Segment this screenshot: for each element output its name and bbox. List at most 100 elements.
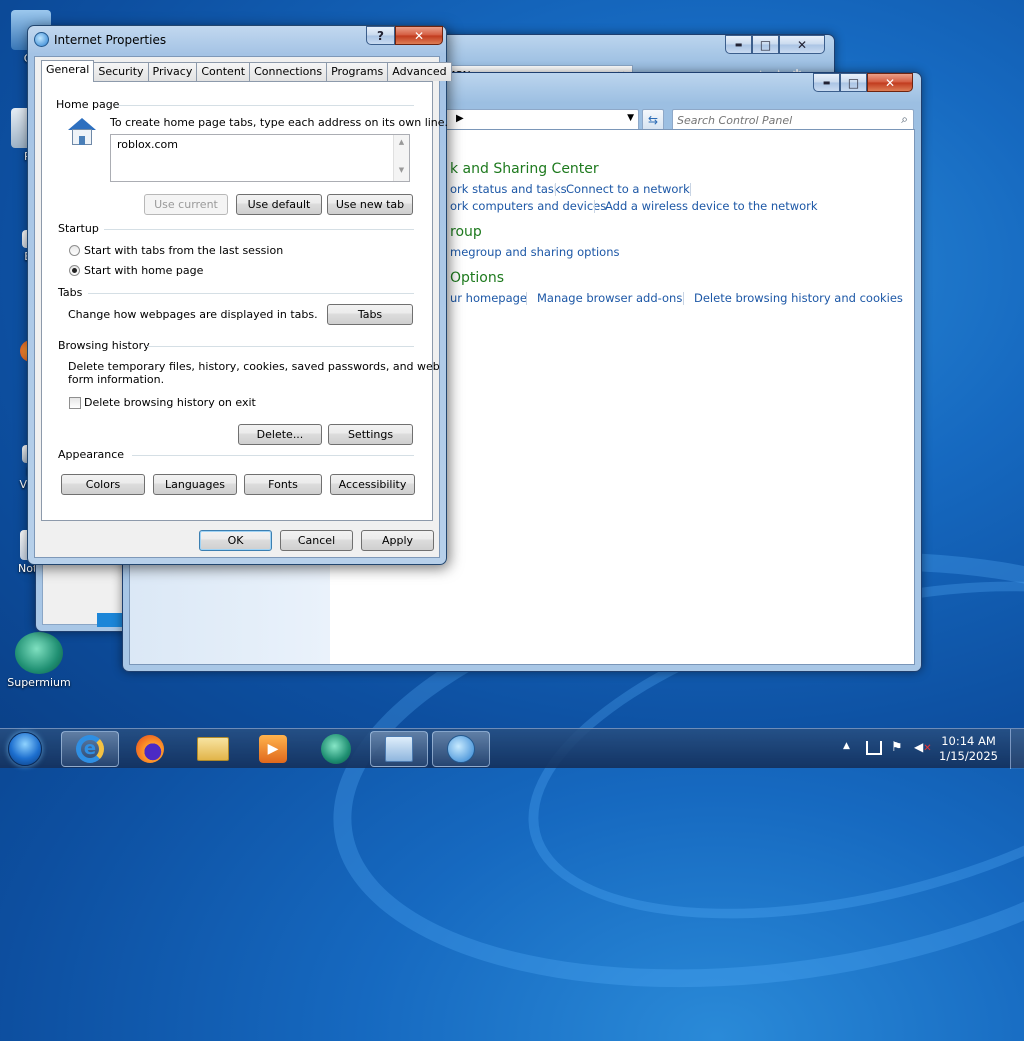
taskbar-media-player[interactable]: ▶	[244, 731, 302, 767]
browser-scroll-indicator	[97, 613, 125, 627]
breadcrumb[interactable]: ▶ ▼	[443, 109, 639, 131]
close-button[interactable]: ✕	[867, 73, 913, 92]
cancel-button[interactable]: Cancel	[280, 530, 353, 551]
apply-button[interactable]: Apply	[361, 530, 434, 551]
home-page-value[interactable]: roblox.com	[117, 138, 178, 151]
clock-time: 10:14 AM	[941, 734, 996, 748]
search-icon[interactable]: ⌕	[901, 112, 908, 127]
internet-properties-dialog[interactable]: Internet Properties ? ✕ General Security…	[27, 25, 452, 565]
dialog-title: Internet Properties	[54, 33, 167, 47]
control-panel-icon	[385, 736, 413, 762]
history-settings-button[interactable]: Settings	[328, 424, 413, 445]
taskbar-file-explorer[interactable]	[184, 731, 242, 767]
taskbar-firefox[interactable]	[121, 731, 179, 767]
start-home-page-label[interactable]: Start with home page	[84, 264, 203, 277]
use-default-button[interactable]: Use default	[236, 194, 322, 215]
system-clock[interactable]: 10:14 AM 1/15/2025	[939, 734, 998, 764]
maximize-button[interactable]: □	[752, 35, 779, 54]
start-last-session-label[interactable]: Start with tabs from the last session	[84, 244, 283, 257]
languages-button[interactable]: Languages	[153, 474, 237, 495]
browsing-history-description-line1: Delete temporary files, history, cookies…	[68, 360, 440, 373]
clock-date: 1/15/2025	[939, 749, 998, 763]
tabs-settings-button[interactable]: Tabs	[327, 304, 413, 325]
browser-caption-buttons: ▬ □ ✕	[725, 35, 825, 54]
view-network-computers-link[interactable]: ork computers and devices	[450, 199, 606, 213]
tab-content[interactable]: Content	[196, 62, 251, 81]
browsing-history-group-label: Browsing history	[58, 339, 150, 352]
browsing-history-description-line2: form information.	[68, 373, 165, 386]
dialog-body: General Security Privacy Content Connect…	[34, 56, 452, 558]
internet-options-heading[interactable]: Options	[450, 270, 504, 286]
control-panel-caption-buttons: ▬ □ ✕	[813, 73, 913, 92]
tab-security[interactable]: Security	[93, 62, 149, 81]
tabs-group-label: Tabs	[58, 286, 83, 299]
tab-strip: General Security Privacy Content Connect…	[41, 60, 452, 82]
delete-history-on-exit-checkbox[interactable]	[69, 397, 81, 409]
search-input[interactable]	[677, 112, 887, 128]
tab-advanced[interactable]: Advanced	[387, 62, 452, 81]
windows-logo-icon	[8, 732, 42, 766]
add-wireless-device-link[interactable]: Add a wireless device to the network	[605, 199, 818, 213]
internet-explorer-icon: e	[76, 735, 104, 763]
view-network-status-link[interactable]: ork status and tasks	[450, 182, 567, 196]
taskbar-internet-explorer[interactable]: e	[61, 731, 119, 767]
delete-history-on-exit-label[interactable]: Delete browsing history on exit	[84, 396, 256, 409]
taskbar: e ▶ ▲ ⚑ ◀✕ 10:14 AM 1/15/2025	[0, 728, 1024, 769]
show-desktop-button[interactable]	[1010, 729, 1024, 769]
minimize-button[interactable]: ▬	[725, 35, 752, 54]
use-new-tab-button[interactable]: Use new tab	[327, 194, 413, 215]
start-button[interactable]	[2, 729, 48, 769]
ok-button[interactable]: OK	[199, 530, 272, 551]
volume-muted-icon[interactable]: ◀✕	[914, 740, 932, 754]
tab-programs[interactable]: Programs	[326, 62, 389, 81]
textarea-scrollbar[interactable]: ▲ ▼	[393, 135, 409, 181]
appearance-group-label: Appearance	[58, 448, 125, 461]
desktop-icon-supermium[interactable]: Supermium	[0, 632, 78, 689]
accessibility-button[interactable]: Accessibility	[330, 474, 415, 495]
taskbar-supermium[interactable]	[307, 731, 365, 767]
colors-button[interactable]: Colors	[61, 474, 145, 495]
home-page-instruction: To create home page tabs, type each addr…	[110, 116, 449, 129]
desktop-icon-label: Supermium	[7, 676, 71, 689]
network-sharing-center-heading[interactable]: k and Sharing Center	[450, 161, 599, 177]
taskbar-control-panel[interactable]	[370, 731, 428, 767]
internet-options-icon	[34, 32, 49, 47]
homegroup-heading[interactable]: roup	[450, 224, 482, 240]
help-button[interactable]: ?	[366, 26, 395, 45]
internet-options-icon	[447, 735, 475, 763]
action-center-flag-icon[interactable]: ⚑	[891, 740, 903, 755]
tab-privacy[interactable]: Privacy	[147, 62, 198, 81]
maximize-button[interactable]: □	[840, 73, 867, 92]
refresh-button[interactable]: ⇆	[642, 109, 664, 131]
supermium-icon	[15, 632, 63, 674]
minimize-button[interactable]: ▬	[813, 73, 840, 92]
use-current-button[interactable]: Use current	[144, 194, 228, 215]
delete-browsing-history-link[interactable]: Delete browsing history and cookies	[694, 291, 903, 305]
dialog-close-button[interactable]: ✕	[395, 26, 443, 45]
address-dropdown-icon[interactable]: ▼	[627, 113, 634, 123]
firefox-icon	[136, 735, 164, 763]
show-hidden-icons-button[interactable]: ▲	[843, 741, 850, 751]
start-home-page-radio[interactable]	[69, 265, 80, 276]
folder-icon	[197, 737, 229, 761]
tab-connections[interactable]: Connections	[249, 62, 328, 81]
tabs-description: Change how webpages are displayed in tab…	[68, 308, 318, 321]
supermium-icon	[321, 734, 351, 764]
home-page-icon	[66, 118, 98, 146]
network-icon[interactable]	[866, 741, 882, 755]
start-last-session-radio[interactable]	[69, 245, 80, 256]
delete-history-button[interactable]: Delete...	[238, 424, 322, 445]
general-tab-panel: Home page To create home page tabs, type…	[41, 81, 448, 521]
close-button[interactable]: ✕	[779, 35, 825, 54]
homegroup-sharing-options-link[interactable]: megroup and sharing options	[450, 245, 619, 259]
home-page-textarea[interactable]: roblox.com ▲ ▼	[110, 134, 410, 182]
taskbar-internet-properties[interactable]	[432, 731, 490, 767]
change-homepage-link[interactable]: ur homepage	[450, 291, 527, 305]
media-player-icon: ▶	[259, 735, 287, 763]
search-box[interactable]: ⌕	[672, 109, 914, 131]
connect-to-network-link[interactable]: Connect to a network	[566, 182, 690, 196]
fonts-button[interactable]: Fonts	[244, 474, 322, 495]
breadcrumb-arrow-icon[interactable]: ▶	[456, 113, 464, 124]
manage-add-ons-link[interactable]: Manage browser add-ons	[537, 291, 682, 305]
tab-general[interactable]: General	[41, 60, 95, 82]
